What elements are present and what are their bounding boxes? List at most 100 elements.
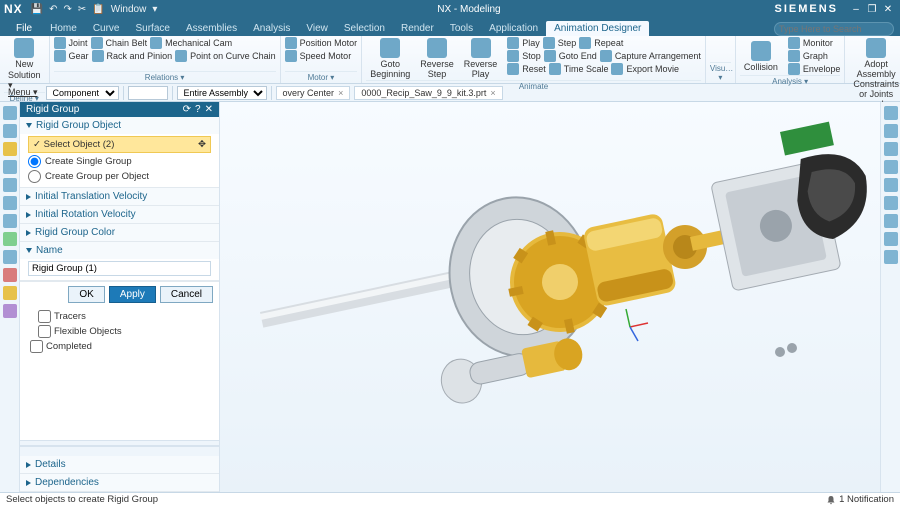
rail-icon[interactable] [3,142,17,156]
rail-icon[interactable] [884,196,898,210]
apply-button[interactable]: Apply [109,286,156,303]
tree-item-tracers[interactable]: Tracers [26,309,213,324]
rail-icon[interactable] [3,178,17,192]
tab-animation-designer[interactable]: Animation Designer [546,21,649,36]
rail-icon[interactable] [3,214,17,228]
file-menu[interactable]: File [6,21,42,36]
save-icon[interactable]: 💾 [31,4,43,15]
restore-button[interactable]: ❐ [864,4,880,15]
search-box[interactable] [774,22,894,36]
section-header[interactable]: Rigid Group Color [20,224,219,241]
select-object-row[interactable]: ✓ Select Object (2) ✥ [28,136,211,153]
filter-select-2[interactable]: Entire Assembly [177,86,267,100]
dialog-header[interactable]: Rigid Group ⟳?✕ [20,102,219,117]
section-header[interactable]: Name [20,242,219,259]
tab-curve[interactable]: Curve [85,21,128,36]
cam-icon[interactable] [150,37,162,49]
section-header[interactable]: Details [20,456,219,473]
window-menu[interactable]: Window [111,4,147,15]
tab-analysis[interactable]: Analysis [245,21,298,36]
tab-home[interactable]: Home [42,21,85,36]
rack-icon[interactable] [92,50,104,62]
rail-icon[interactable] [3,196,17,210]
rail-icon[interactable] [884,106,898,120]
envelope-icon[interactable] [788,63,800,75]
minimize-button[interactable]: – [848,4,864,15]
undo-icon[interactable]: ↶ [49,4,57,15]
tree-item-flexible[interactable]: Flexible Objects [26,324,213,339]
rail-icon[interactable] [3,106,17,120]
section-header[interactable]: Initial Translation Velocity [20,188,219,205]
h-scrollbar[interactable] [20,446,219,456]
rail-icon[interactable] [884,232,898,246]
close-tab-icon[interactable]: × [338,88,343,98]
rail-icon[interactable] [3,250,17,264]
doc-tab-1[interactable]: overy Center× [276,86,351,100]
3d-viewport[interactable] [220,102,880,492]
rail-icon[interactable] [884,124,898,138]
rail-icon[interactable] [3,286,17,300]
goto-end-icon[interactable] [544,50,556,62]
rail-icon[interactable] [3,268,17,282]
joint-icon[interactable] [54,37,66,49]
monitor-icon[interactable] [788,37,800,49]
timescale-icon[interactable] [549,63,561,75]
quick-search[interactable] [128,86,168,100]
pin-icon[interactable]: ⟳ [183,104,191,115]
rail-icon[interactable] [3,232,17,246]
collision-button[interactable]: Collision [740,37,782,75]
speed-motor-icon[interactable] [285,50,297,62]
goto-beginning-button[interactable]: Goto Beginning [366,37,414,80]
search-input[interactable] [774,22,894,36]
tab-render[interactable]: Render [393,21,442,36]
gear-icon[interactable] [54,50,66,62]
reset-icon[interactable] [507,63,519,75]
tab-assemblies[interactable]: Assemblies [178,21,245,36]
name-input[interactable] [28,261,211,276]
tab-surface[interactable]: Surface [128,21,178,36]
graph-icon[interactable] [788,50,800,62]
rail-icon[interactable] [3,304,17,318]
close-button[interactable]: ✕ [880,4,896,15]
position-motor-icon[interactable] [285,37,297,49]
redo-icon[interactable]: ↷ [64,4,72,15]
section-header[interactable]: Rigid Group Object [20,117,219,134]
capture-icon[interactable] [600,50,612,62]
rail-icon[interactable] [884,178,898,192]
dialog-close-icon[interactable]: ✕ [205,104,213,115]
help-icon[interactable]: ? [195,104,201,115]
notification-button[interactable]: 1 Notification [826,494,894,505]
chain-icon[interactable] [91,37,103,49]
tab-application[interactable]: Application [481,21,546,36]
export-icon[interactable] [611,63,623,75]
filter-select-1[interactable]: Component [46,86,119,100]
copy-icon[interactable]: 📋 [92,4,104,15]
rail-icon[interactable] [884,214,898,228]
rail-icon[interactable] [3,160,17,174]
reverse-step-button[interactable]: Reverse Step [416,37,458,80]
stop-icon[interactable] [507,50,519,62]
tab-view[interactable]: View [298,21,336,36]
play-icon[interactable] [507,37,519,49]
rail-icon[interactable] [3,124,17,138]
close-tab-icon[interactable]: × [490,88,495,98]
menu-button[interactable]: Menu ▾ [4,87,42,98]
repeat-icon[interactable] [579,37,591,49]
tab-selection[interactable]: Selection [336,21,393,36]
radio-per-object[interactable]: Create Group per Object [28,170,211,183]
rail-icon[interactable] [884,250,898,264]
cut-icon[interactable]: ✂ [78,4,86,15]
tree-item-completed[interactable]: Completed [26,339,213,354]
step-icon[interactable] [543,37,555,49]
radio-single-group[interactable]: Create Single Group [28,155,211,168]
rail-icon[interactable] [884,160,898,174]
new-solution-button[interactable]: New Solution ▾ [4,37,45,92]
selection-target-icon[interactable]: ✥ [198,139,206,150]
tab-tools[interactable]: Tools [442,21,481,36]
section-header[interactable]: Dependencies [20,474,219,491]
curve-icon[interactable] [175,50,187,62]
rail-icon[interactable] [884,142,898,156]
section-header[interactable]: Initial Rotation Velocity [20,206,219,223]
reverse-play-button[interactable]: Reverse Play [460,37,502,80]
cancel-button[interactable]: Cancel [160,286,213,303]
